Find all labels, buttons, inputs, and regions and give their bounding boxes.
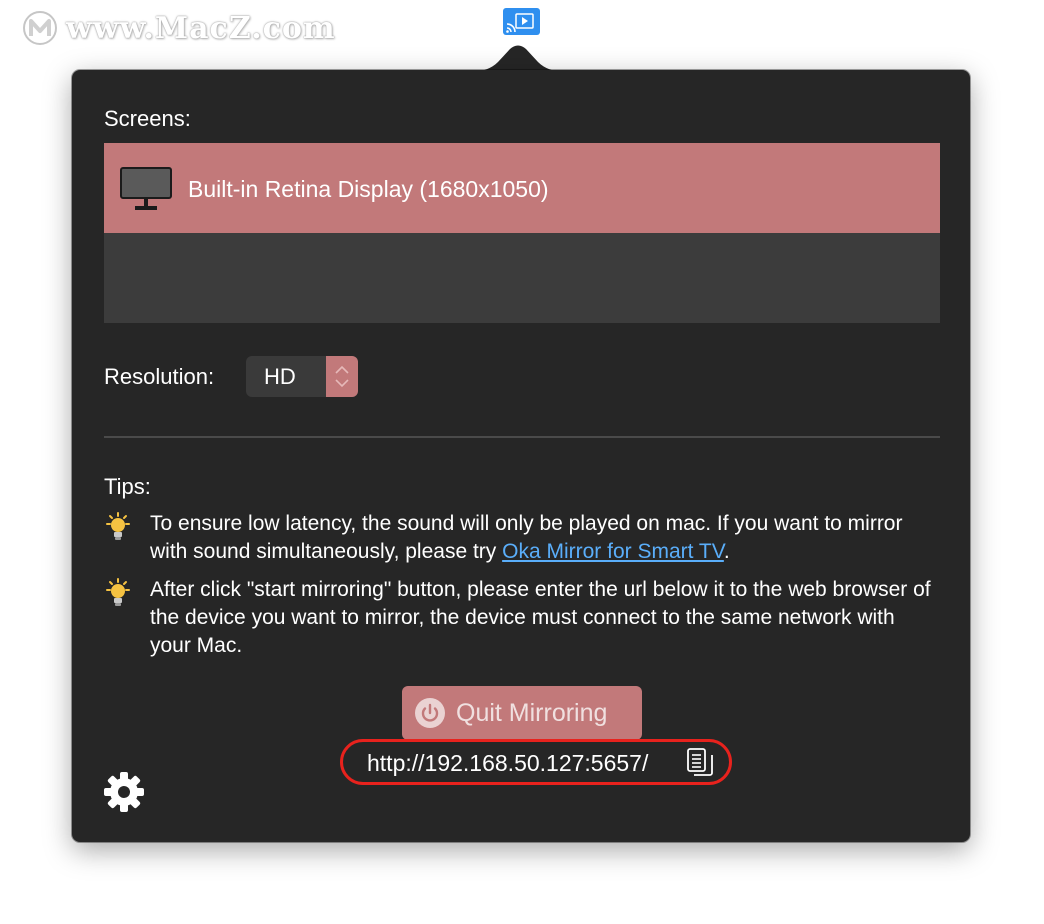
divider — [104, 436, 940, 438]
url-highlight: http://192.168.50.127:5657/ — [340, 739, 732, 785]
settings-gear-icon[interactable] — [102, 770, 146, 814]
screen-item-built-in-display[interactable]: Built-in Retina Display (1680x1050) — [104, 143, 940, 233]
watermark: www.MacZ.com — [22, 8, 336, 48]
resolution-select[interactable]: HD — [246, 356, 358, 397]
power-icon — [415, 698, 445, 728]
screens-label: Screens: — [104, 106, 191, 131]
monitor-icon — [120, 167, 172, 210]
tip-text-1-end: . — [723, 540, 730, 563]
airplay-menubar-icon[interactable] — [503, 8, 540, 35]
resolution-value: HD — [264, 364, 296, 389]
lightbulb-icon — [106, 578, 130, 606]
tips-label: Tips: — [104, 474, 151, 499]
quit-mirroring-label: Quit Mirroring — [456, 699, 608, 727]
lightbulb-icon — [106, 512, 130, 540]
resolution-label: Resolution: — [104, 364, 215, 389]
screen-item-label: Built-in Retina Display (1680x1050) — [188, 176, 549, 202]
watermark-text: www.MacZ.com — [66, 10, 336, 46]
screens-list: Built-in Retina Display (1680x1050) — [104, 143, 940, 323]
tip-item-2: After click "start mirroring" button, pl… — [104, 576, 940, 666]
copy-icon[interactable] — [687, 748, 713, 778]
tip-text-1: To ensure low latency, the sound will on… — [150, 510, 940, 566]
resolution-stepper-arrows[interactable] — [326, 356, 358, 397]
tip-text-2: After click "start mirroring" button, pl… — [150, 578, 931, 657]
popover-panel: Screens: Built-in Retina Display (1680x1… — [72, 70, 970, 842]
mirror-url[interactable]: http://192.168.50.127:5657/ — [367, 750, 648, 777]
up-down-chevron-icon — [335, 365, 349, 388]
cast-icon — [506, 13, 534, 33]
quit-mirroring-button[interactable]: Quit Mirroring — [402, 686, 642, 740]
tip-item-1: To ensure low latency, the sound will on… — [104, 510, 940, 570]
popover-arrow — [470, 45, 566, 72]
macz-logo-icon — [23, 11, 57, 45]
oka-mirror-link[interactable]: Oka Mirror for Smart TV — [502, 540, 724, 563]
